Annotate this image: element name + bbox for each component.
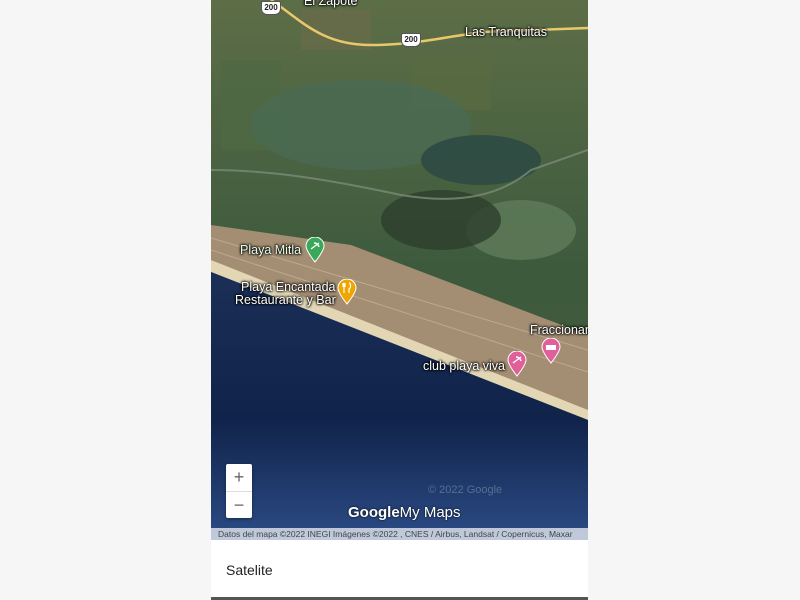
place-label[interactable]: Restaurante y Bar [235,294,336,307]
zoom-in-button[interactable]: + [226,464,252,491]
map-watermark: © 2022 Google [428,484,503,496]
beach-pin-icon[interactable] [305,237,325,263]
place-label[interactable]: Playa Mitla [240,244,301,257]
layer-name: Satelite [226,562,273,578]
place-label[interactable]: club playa viva [423,360,505,373]
map-attribution[interactable]: Datos del mapa ©2022 INEGI Imágenes ©202… [211,528,588,540]
highway-shield: 200 [401,33,421,47]
google-mymaps-logo[interactable]: GoogleMy Maps [348,504,461,521]
restaurant-pin-icon[interactable] [337,279,357,305]
highway-shield: 200 [261,1,281,15]
place-label[interactable]: Fraccionam [530,324,588,337]
town-label: El Zapote [304,0,358,8]
mymaps-wordmark: My Maps [399,504,461,521]
zoom-control: + − [226,464,252,518]
town-label: Las Tranquitas [465,25,547,39]
map-frame: 200 200 El Zapote Las Tranquitas Playa M… [211,0,588,600]
layer-footer[interactable]: Satelite [211,540,588,598]
beach-pin-icon[interactable] [507,351,527,377]
zoom-out-button[interactable]: − [226,492,252,519]
map-imagery [211,0,588,540]
satellite-map[interactable]: 200 200 El Zapote Las Tranquitas Playa M… [211,0,588,540]
google-wordmark: Google [348,504,400,521]
lodging-pin-icon[interactable] [541,338,561,364]
